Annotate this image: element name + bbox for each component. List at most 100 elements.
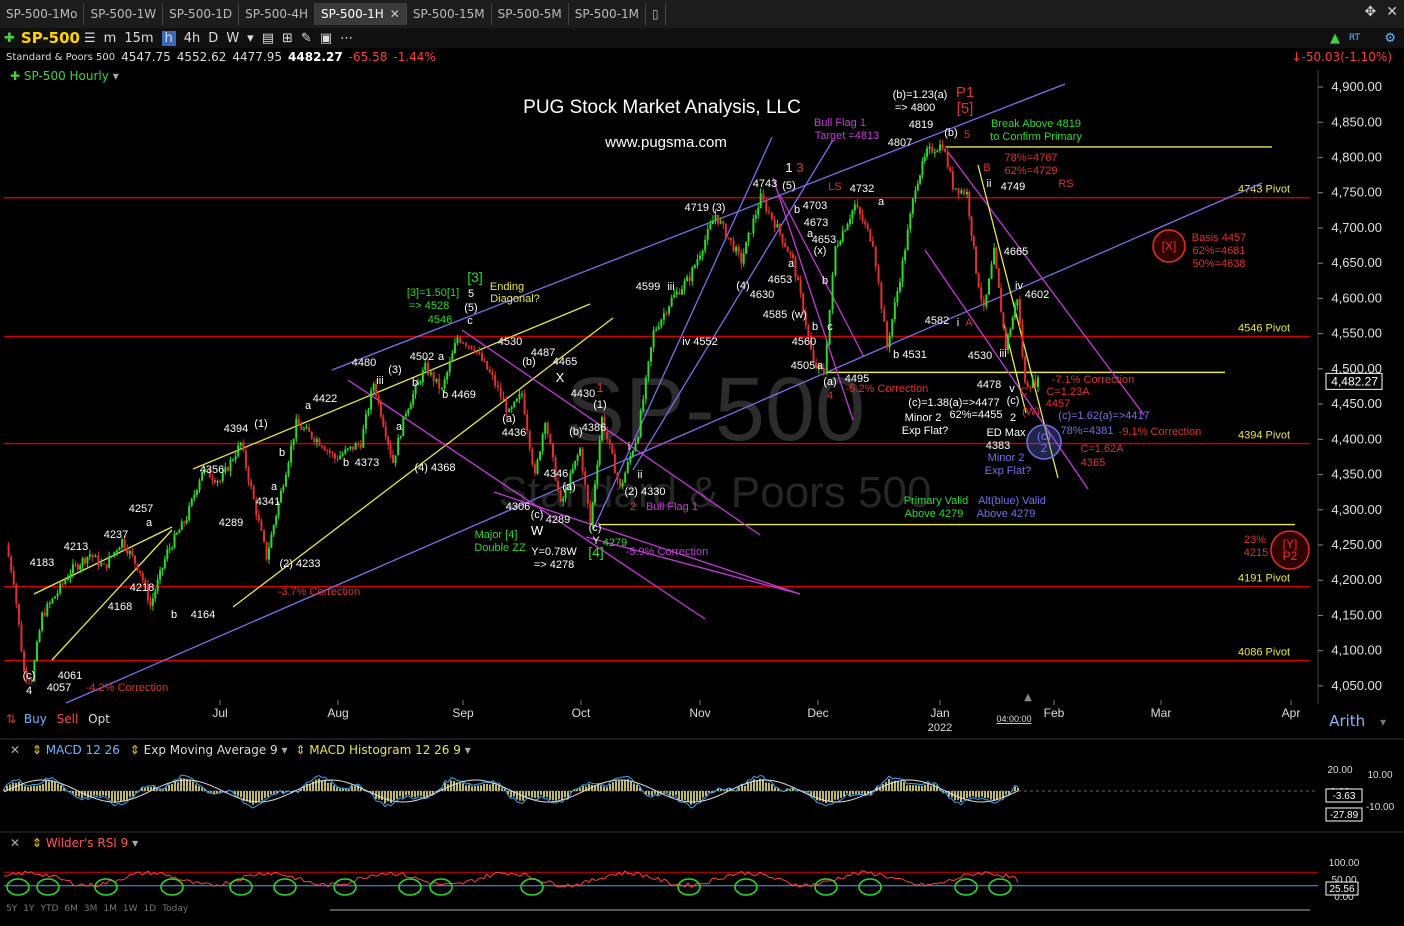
wave-label: 4719 (3)	[685, 202, 726, 214]
period-6m[interactable]: 6M	[64, 904, 78, 914]
rsi-label[interactable]: Wilder's RSI 9	[46, 836, 129, 850]
candle-body	[770, 212, 773, 220]
interval-4h[interactable]: 4h	[184, 31, 201, 46]
maximize-icon[interactable]: ✥	[1365, 4, 1377, 20]
macd-signal-line	[627, 780, 632, 782]
candle-body	[911, 198, 914, 214]
candle-body	[871, 240, 874, 247]
price-chart[interactable]: SP-500 Standard & Poors 500 PUG Stock Mark…	[0, 0, 1404, 926]
period-1w[interactable]: 1W	[123, 904, 138, 914]
tab-close-icon[interactable]: ✕	[390, 7, 400, 21]
wave-label: 4653	[768, 274, 792, 286]
tab-sp-500-1d[interactable]: SP-500-1D	[163, 3, 240, 25]
chart-type-icon[interactable]: ▤	[262, 31, 274, 46]
histogram-label[interactable]: MACD Histogram 12 26 9	[309, 743, 461, 757]
macd-signal-line	[483, 780, 488, 782]
candle-body	[954, 188, 957, 190]
new-tab-icon[interactable]: ▯	[646, 3, 666, 25]
buy-button[interactable]: Buy	[24, 712, 47, 726]
interval-d[interactable]: D	[208, 31, 218, 46]
wave-label: 4599	[636, 281, 660, 293]
day-change: ↓-50.03(-1.10%)	[1291, 50, 1392, 64]
rt-icon[interactable]: RT	[1349, 33, 1360, 43]
candle-body	[168, 548, 171, 550]
wave-circle-label: [X]	[1162, 239, 1177, 253]
compare-icon[interactable]: ⊞	[282, 31, 293, 46]
candle-body	[693, 265, 696, 268]
candle-body	[526, 414, 529, 431]
wave-label: 4430	[571, 388, 595, 400]
period-ytd[interactable]: YTD	[40, 904, 58, 914]
save-icon[interactable]: ▣	[320, 31, 332, 46]
tab-sp-500-4h[interactable]: SP-500-4H	[239, 3, 315, 25]
candle-body	[839, 241, 842, 245]
candle-body	[822, 368, 825, 374]
symbol-name[interactable]: SP-500	[21, 29, 80, 47]
wave-label: 4061	[58, 670, 82, 682]
tab-sp-500-1mo[interactable]: SP-500-1Mo	[0, 3, 85, 25]
share-icon[interactable]: ⋯	[340, 31, 353, 46]
period-1y[interactable]: 1Y	[23, 904, 34, 914]
macd-legend[interactable]: ✕ ⇕ MACD 12 26 ⇕ Exp Moving Average 9 ▾ …	[10, 743, 471, 757]
wave-label: Ending	[490, 281, 524, 293]
candle-body	[773, 219, 776, 228]
options-button[interactable]: Opt	[88, 712, 110, 726]
candle-body	[464, 343, 467, 346]
dropdown-icon[interactable]: ▾	[247, 31, 254, 46]
period-1m[interactable]: 1M	[103, 904, 117, 914]
ema-label[interactable]: Exp Moving Average 9	[144, 743, 278, 757]
macd-signal-line	[339, 780, 344, 782]
wave-label: 4	[26, 685, 32, 697]
tab-sp-500-1w[interactable]: SP-500-1W	[84, 3, 164, 25]
tab-sp-500-15m[interactable]: SP-500-15M	[407, 3, 492, 25]
wave-label: c	[827, 321, 833, 333]
wave-label: 2	[1010, 412, 1016, 424]
wave-label: to Confirm Primary	[990, 131, 1082, 143]
candle-body	[706, 229, 709, 240]
interval-m[interactable]: m	[104, 31, 117, 46]
period-3m[interactable]: 3M	[84, 904, 98, 914]
list-icon[interactable]: ☰	[84, 31, 96, 46]
wave-label: 4585	[763, 309, 787, 321]
candle-body	[699, 255, 702, 260]
macd-label[interactable]: MACD 12 26	[46, 743, 120, 757]
candle-body	[292, 438, 295, 446]
candle-body	[546, 423, 549, 435]
draw-icon[interactable]: ✎	[301, 31, 312, 46]
interval-15m[interactable]: 15m	[124, 31, 153, 46]
candle-body	[539, 451, 542, 460]
interval-w[interactable]: W	[226, 31, 239, 46]
interval-h[interactable]: h	[161, 30, 176, 46]
collapse-icon[interactable]: ✕	[10, 743, 20, 757]
wave-label: a	[271, 481, 278, 493]
wave-label: 4237	[104, 529, 128, 541]
close-icon[interactable]: ✕	[1386, 4, 1398, 20]
candle-body	[297, 418, 300, 426]
chart-study-label[interactable]: ✚ SP-500 Hourly ▾	[10, 69, 119, 83]
candle-body	[557, 480, 560, 491]
wave-label: 3	[796, 160, 803, 175]
tab-sp-500-1h[interactable]: SP-500-1H ✕	[314, 3, 407, 25]
wave-label: a	[146, 517, 153, 529]
macd-line	[786, 788, 791, 790]
period-1d[interactable]: 1D	[144, 904, 157, 914]
candle-body	[970, 216, 973, 236]
candle-body	[193, 494, 196, 499]
add-symbol-icon[interactable]: ✚	[4, 31, 15, 46]
candle-body	[1000, 287, 1003, 313]
period-5y[interactable]: 5Y	[6, 904, 17, 914]
sell-button[interactable]: Sell	[57, 712, 79, 726]
tab-sp-500-1m[interactable]: SP-500-1M	[569, 3, 646, 25]
candle-body	[331, 452, 334, 454]
collapse-icon[interactable]: ✕	[10, 836, 20, 850]
wave-label: 4502	[410, 351, 434, 363]
settings-icon[interactable]: ⚙	[1384, 31, 1396, 46]
wave-label: a	[788, 258, 795, 270]
wave-label: A	[965, 317, 973, 329]
tab-sp-500-5m[interactable]: SP-500-5M	[492, 3, 569, 25]
period-today[interactable]: Today	[162, 904, 188, 914]
rsi-legend[interactable]: ✕ ⇕ Wilder's RSI 9 ▾	[10, 836, 138, 850]
green-flag-icon[interactable]: ▲	[1330, 31, 1340, 46]
scale-mode-select[interactable]: Arith ▾	[1329, 712, 1386, 730]
candle-body	[66, 577, 69, 581]
